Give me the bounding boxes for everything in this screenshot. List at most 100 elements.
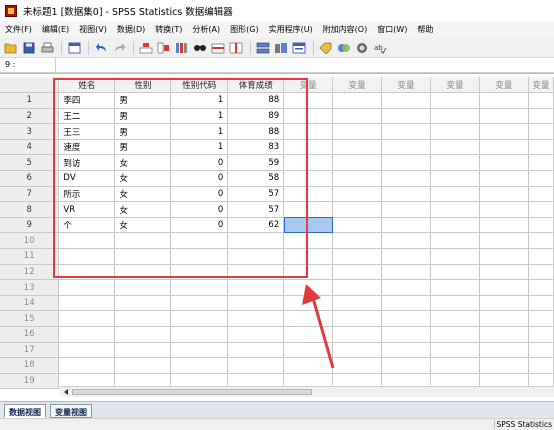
empty-cell[interactable] (381, 232, 432, 250)
empty-cell[interactable] (332, 264, 383, 281)
empty-cell[interactable] (170, 342, 229, 359)
empty-cell[interactable] (479, 295, 529, 312)
empty-cell[interactable] (528, 279, 554, 296)
empty-cell[interactable] (479, 310, 529, 327)
empty-cell[interactable] (332, 310, 383, 327)
empty-cell[interactable] (227, 310, 285, 327)
column-header-variable[interactable]: 变量 (381, 77, 432, 94)
empty-cell[interactable] (528, 186, 554, 203)
column-header-variable[interactable]: 变量 (479, 77, 529, 94)
empty-cell[interactable] (381, 342, 432, 359)
empty-cell[interactable] (332, 295, 383, 312)
menu-file[interactable]: 文件(F) (0, 24, 37, 35)
row-number[interactable]: 2 (0, 108, 60, 125)
empty-cell[interactable] (114, 310, 172, 327)
empty-cell[interactable] (430, 326, 480, 343)
empty-cell[interactable] (381, 154, 432, 172)
empty-cell[interactable] (430, 248, 480, 265)
dialog-recall-icon[interactable] (66, 40, 82, 56)
empty-cell[interactable] (283, 342, 334, 359)
empty-cell[interactable] (170, 310, 229, 327)
empty-cell[interactable] (528, 92, 554, 109)
empty-cell[interactable] (332, 108, 383, 125)
menu-view[interactable]: 视图(V) (74, 24, 112, 35)
empty-cell[interactable] (528, 264, 554, 281)
horizontal-scrollbar[interactable] (60, 386, 554, 397)
empty-cell[interactable] (479, 92, 529, 109)
row-number[interactable]: 19 (0, 373, 60, 390)
empty-cell[interactable] (332, 248, 383, 265)
empty-cell[interactable] (283, 326, 334, 343)
empty-cell[interactable] (528, 139, 554, 156)
row-number[interactable]: 11 (0, 248, 60, 265)
menu-window[interactable]: 窗口(W) (372, 24, 412, 35)
empty-cell[interactable] (114, 342, 172, 359)
menu-utilities[interactable]: 实用程序(U) (264, 24, 318, 35)
empty-cell[interactable] (479, 154, 529, 172)
empty-cell[interactable] (227, 279, 285, 296)
empty-cell[interactable] (430, 295, 480, 312)
empty-cell[interactable] (430, 108, 480, 125)
variables-icon[interactable] (174, 40, 190, 56)
empty-cell[interactable] (381, 357, 432, 374)
empty-cell[interactable] (114, 295, 172, 312)
empty-cell[interactable] (332, 326, 383, 343)
row-number[interactable]: 4 (0, 139, 60, 156)
empty-cell[interactable] (381, 248, 432, 265)
empty-cell[interactable] (479, 186, 529, 203)
empty-cell[interactable] (381, 217, 432, 234)
empty-cell[interactable] (332, 123, 383, 140)
empty-cell[interactable] (479, 217, 529, 234)
empty-cell[interactable] (430, 217, 480, 234)
empty-cell[interactable] (114, 357, 172, 374)
empty-cell[interactable] (332, 139, 383, 156)
goto-variable-icon[interactable] (156, 40, 172, 56)
empty-cell[interactable] (528, 248, 554, 265)
empty-cell[interactable] (332, 170, 383, 187)
empty-cell[interactable] (479, 248, 529, 265)
empty-cell[interactable] (430, 154, 480, 172)
empty-cell[interactable] (479, 342, 529, 359)
empty-cell[interactable] (283, 357, 334, 374)
row-number[interactable]: 5 (0, 154, 60, 172)
select-cases-icon[interactable] (291, 40, 307, 56)
empty-cell[interactable] (430, 170, 480, 187)
column-header-variable[interactable]: 变量 (528, 77, 554, 94)
row-number[interactable]: 7 (0, 186, 60, 203)
empty-cell[interactable] (381, 170, 432, 187)
menu-help[interactable]: 帮助 (412, 24, 438, 35)
empty-cell[interactable] (332, 279, 383, 296)
empty-cell[interactable] (479, 357, 529, 374)
empty-cell[interactable] (381, 310, 432, 327)
empty-cell[interactable] (528, 108, 554, 125)
empty-cell[interactable] (381, 92, 432, 109)
empty-cell[interactable] (227, 295, 285, 312)
empty-cell[interactable] (381, 123, 432, 140)
empty-cell[interactable] (332, 154, 383, 172)
empty-cell[interactable] (479, 279, 529, 296)
empty-cell[interactable] (528, 232, 554, 250)
empty-cell[interactable] (114, 279, 172, 296)
empty-cell[interactable] (430, 186, 480, 203)
empty-cell[interactable] (479, 139, 529, 156)
menu-analyze[interactable]: 分析(A) (187, 24, 225, 35)
empty-cell[interactable] (528, 357, 554, 374)
empty-cell[interactable] (528, 295, 554, 312)
empty-cell[interactable] (283, 295, 334, 312)
insert-variable-icon[interactable] (228, 40, 244, 56)
row-number[interactable]: 18 (0, 357, 60, 374)
print-icon[interactable] (39, 40, 55, 56)
row-number[interactable]: 16 (0, 326, 60, 343)
empty-cell[interactable] (58, 326, 116, 343)
empty-cell[interactable] (479, 170, 529, 187)
empty-cell[interactable] (430, 264, 480, 281)
find-icon[interactable] (192, 40, 208, 56)
empty-cell[interactable] (381, 201, 432, 218)
goto-case-icon[interactable] (138, 40, 154, 56)
empty-cell[interactable] (528, 170, 554, 187)
empty-cell[interactable] (381, 108, 432, 125)
empty-cell[interactable] (528, 217, 554, 234)
menu-transform[interactable]: 转换(T) (150, 24, 187, 35)
empty-cell[interactable] (381, 326, 432, 343)
insert-cases-icon[interactable] (210, 40, 226, 56)
